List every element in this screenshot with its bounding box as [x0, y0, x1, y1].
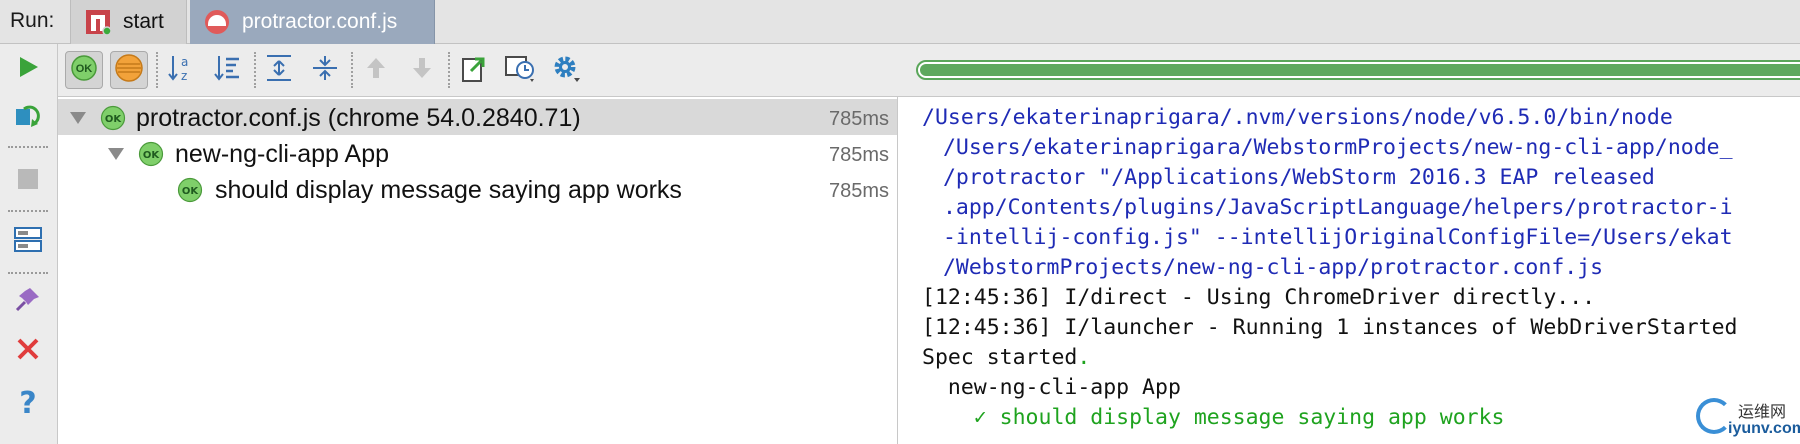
- collapse-all-button[interactable]: [306, 51, 344, 89]
- test-history-button[interactable]: [501, 51, 539, 89]
- test-progress-fill: [920, 64, 1800, 76]
- help-button[interactable]: ?: [9, 384, 47, 422]
- svg-text:OK: OK: [143, 150, 161, 161]
- expand-arrow-icon[interactable]: [108, 148, 124, 160]
- restore-layout-icon: [13, 225, 43, 258]
- expand-all-button[interactable]: [260, 51, 298, 89]
- collapse-all-icon: [310, 53, 340, 88]
- close-icon: [16, 337, 40, 366]
- sort-alphabetically-button[interactable]: a z: [162, 51, 200, 89]
- watermark-ring-icon: [1696, 398, 1732, 434]
- tree-row-duration: 785ms: [828, 180, 889, 202]
- tree-row-label: protractor.conf.js (chrome 54.0.2840.71): [136, 104, 581, 132]
- test-toolbar: OK a z: [58, 44, 1800, 97]
- toolbar-separator: [448, 52, 450, 88]
- tree-row-spec[interactable]: OK should display message saying app wor…: [58, 171, 897, 207]
- rerun-failed-button[interactable]: [9, 99, 47, 137]
- sort-alphabetically-icon: a z: [166, 53, 196, 88]
- settings-icon: [551, 53, 581, 88]
- console-line-spec-started: Spec started.: [922, 343, 1090, 373]
- tab-start[interactable]: start: [70, 0, 187, 44]
- svg-text:OK: OK: [105, 114, 123, 125]
- console-line: .app/Contents/plugins/JavaScriptLanguage…: [930, 195, 1733, 220]
- ok-badge: OK: [75, 63, 93, 75]
- sort-by-duration-icon: [212, 53, 242, 88]
- test-history-icon: [504, 53, 536, 88]
- tab-start-label: start: [123, 10, 164, 33]
- help-icon: ?: [19, 385, 37, 421]
- passed-icon: OK: [138, 141, 164, 172]
- tree-row-label: should display message saying app works: [215, 176, 682, 204]
- svg-text:a: a: [181, 55, 188, 69]
- expand-all-icon: [264, 53, 294, 88]
- show-ignored-icon: [114, 53, 144, 88]
- toolbar-separator: [8, 210, 48, 212]
- close-button[interactable]: [9, 332, 47, 370]
- toolbar-separator: [8, 272, 48, 274]
- toolbar-separator: [254, 52, 256, 88]
- console-line: [12:45:36] I/direct - Using ChromeDriver…: [922, 285, 1596, 310]
- passed-icon: OK: [100, 105, 126, 136]
- svg-text:z: z: [181, 69, 187, 83]
- passed-icon: OK: [177, 177, 203, 208]
- export-results-icon: [459, 53, 489, 88]
- previous-failed-button[interactable]: [357, 51, 395, 89]
- settings-button[interactable]: [547, 51, 585, 89]
- rerun-icon: [15, 54, 41, 85]
- restore-layout-button[interactable]: [9, 222, 47, 260]
- rerun-button[interactable]: [9, 50, 47, 88]
- console-line: -intellij-config.js" --intellijOriginalC…: [930, 225, 1733, 250]
- tab-protractor-conf[interactable]: protractor.conf.js: [190, 0, 435, 44]
- toolbar-separator: [8, 146, 48, 148]
- tree-row-suite-root[interactable]: OK protractor.conf.js (chrome 54.0.2840.…: [58, 99, 897, 135]
- export-results-button[interactable]: [455, 51, 493, 89]
- pin-icon: [14, 285, 42, 318]
- watermark-cn-text: 运维网: [1738, 402, 1787, 421]
- next-failed-icon: [409, 55, 435, 86]
- console-output[interactable]: /Users/ekaterinaprigara/.nvm/versions/no…: [898, 97, 1800, 444]
- sort-by-duration-button[interactable]: [208, 51, 246, 89]
- console-spec-dot: .: [1077, 345, 1091, 370]
- console-line: Spec started: [922, 345, 1078, 370]
- tree-row-label: new-ng-cli-app App: [175, 140, 390, 168]
- protractor-icon: [204, 9, 230, 35]
- tree-row-duration: 785ms: [828, 108, 889, 130]
- expand-arrow-icon[interactable]: [70, 112, 86, 124]
- run-tab-strip: Run: start protractor.conf.js: [0, 0, 1800, 44]
- toolbar-separator: [351, 52, 353, 88]
- previous-failed-icon: [363, 55, 389, 86]
- console-line-passed: ✓ should display message saying app work…: [922, 405, 1505, 430]
- stop-icon: [15, 166, 41, 197]
- rerun-failed-icon: [13, 101, 43, 136]
- test-tree: OK protractor.conf.js (chrome 54.0.2840.…: [58, 97, 898, 444]
- console-line: new-ng-cli-app App: [922, 375, 1181, 400]
- pin-button[interactable]: [9, 282, 47, 320]
- toolbar-separator: [156, 52, 158, 88]
- show-passed-button[interactable]: OK: [65, 51, 103, 89]
- console-line: /Users/ekaterinaprigara/WebstormProjects…: [930, 135, 1733, 160]
- tab-protractor-conf-label: protractor.conf.js: [242, 10, 398, 33]
- tree-row-describe[interactable]: OK new-ng-cli-app App 785ms: [58, 135, 897, 171]
- console-line: [12:45:36] I/launcher - Running 1 instan…: [922, 315, 1738, 340]
- stop-button[interactable]: [9, 162, 47, 200]
- next-failed-button[interactable]: [403, 51, 441, 89]
- left-toolbar: ?: [0, 44, 58, 444]
- watermark-logo: 运维网 iyunv.com: [1690, 396, 1800, 444]
- run-label: Run:: [10, 9, 55, 32]
- test-progress-bar: [916, 60, 1800, 80]
- console-line: /WebstormProjects/new-ng-cli-app/protrac…: [930, 255, 1604, 280]
- watermark-url-text: iyunv.com: [1728, 420, 1800, 437]
- svg-text:OK: OK: [182, 186, 200, 197]
- npm-icon: [85, 9, 112, 36]
- console-line: /protractor "/Applications/WebStorm 2016…: [930, 165, 1655, 190]
- tree-row-duration: 785ms: [828, 144, 889, 166]
- show-ignored-button[interactable]: [110, 51, 148, 89]
- console-line: /Users/ekaterinaprigara/.nvm/versions/no…: [922, 105, 1673, 130]
